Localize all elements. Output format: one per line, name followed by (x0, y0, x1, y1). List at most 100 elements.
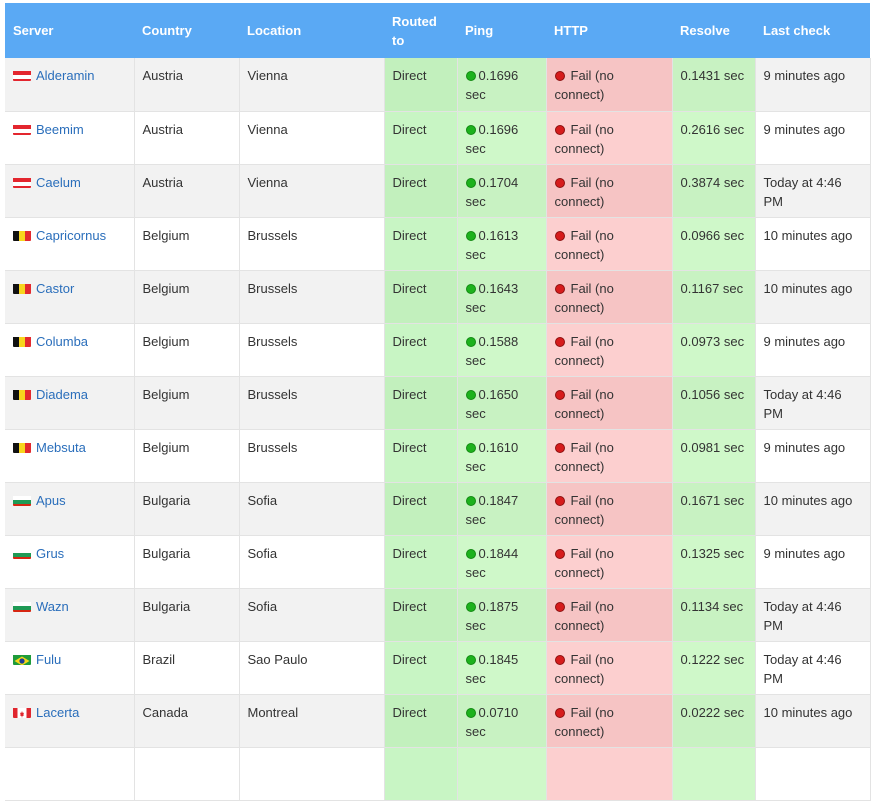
last-check-cell: Today at 4:46 PM (755, 376, 871, 430)
column-header-last-check[interactable]: Last check (755, 3, 870, 58)
table-row: Capricornus Belgium Brussels Direct 0.1613 se… (5, 217, 871, 271)
table-row: Alderamin Austria Vienna Direct 0.1696 sec Fai… (5, 58, 871, 112)
column-header-http[interactable]: HTTP (546, 3, 672, 58)
routed-header-line2: to (392, 32, 405, 48)
location-cell: Sofia (239, 535, 385, 589)
ping-value: 0.1613 (478, 227, 519, 243)
routed-cell: Direct (384, 111, 458, 165)
http-cell: Fail (no connect) (546, 58, 673, 112)
status-ok-icon (465, 442, 476, 453)
http-cell: Fail (no connect) (546, 694, 673, 748)
ping-cell: 0.1588 sec (457, 323, 547, 377)
server-link[interactable]: Apus (36, 493, 66, 508)
server-link[interactable]: Wazn (36, 599, 69, 614)
country-cell: Canada (134, 694, 240, 748)
table-row: Castor Belgium Brussels Direct 0.1643 sec Fail… (5, 270, 871, 324)
ping-unit: sec (465, 299, 486, 315)
location-cell: Vienna (239, 164, 385, 218)
server-link[interactable]: Columba (36, 334, 88, 349)
column-header-location[interactable]: Location (239, 3, 384, 58)
column-header-routed-to[interactable]: Routed to (384, 3, 457, 58)
ping-unit: sec (465, 458, 486, 474)
last-check-line1: 10 minutes ago (763, 492, 853, 508)
last-check-cell (755, 747, 871, 801)
country-cell: Belgium (134, 270, 240, 324)
location-cell: Brussels (239, 429, 385, 483)
belgium-flag-icon (13, 335, 31, 347)
server-cell: Mebsuta (5, 429, 135, 483)
status-fail-icon (554, 283, 565, 294)
server-link[interactable]: Fulu (36, 652, 61, 667)
server-status-table-container: Server Country Location Routed to Ping HT… (5, 3, 871, 801)
status-ok-icon (465, 283, 476, 294)
austria-flag-icon (13, 123, 31, 135)
resolve-cell: 0.0966 sec (672, 217, 756, 271)
routed-cell: Direct (384, 58, 458, 112)
http-status-line2: connect) (554, 670, 605, 686)
last-check-line2: PM (763, 193, 784, 209)
http-status-line2: connect) (554, 405, 605, 421)
server-link[interactable]: Lacerta (36, 705, 79, 720)
server-link[interactable]: Castor (36, 281, 74, 296)
server-link[interactable]: Diadema (36, 387, 88, 402)
server-link[interactable]: Capricornus (36, 228, 106, 243)
belgium-flag-icon (13, 282, 31, 294)
austria-flag-icon (13, 69, 31, 81)
http-cell: Fail (no connect) (546, 164, 673, 218)
table-row: Caelum Austria Vienna Direct 0.1704 sec Fail (… (5, 164, 871, 218)
server-cell: Diadema (5, 376, 135, 430)
column-header-server[interactable]: Server (5, 3, 134, 58)
routed-cell: Direct (384, 429, 458, 483)
status-fail-icon (554, 654, 565, 665)
location-cell: Sao Paulo (239, 641, 385, 695)
server-cell: Alderamin (5, 58, 135, 112)
country-cell: Bulgaria (134, 535, 240, 589)
location-cell (239, 747, 385, 801)
table-row (5, 747, 871, 801)
http-status-line2: connect) (554, 193, 605, 209)
server-link[interactable]: Mebsuta (36, 440, 86, 455)
location-cell: Brussels (239, 323, 385, 377)
ping-cell: 0.1845 sec (457, 641, 547, 695)
location-cell: Montreal (239, 694, 385, 748)
last-check-line1: 9 minutes ago (763, 545, 846, 561)
http-status-line2: connect) (554, 140, 605, 156)
last-check-line1: 10 minutes ago (763, 280, 853, 296)
column-header-ping[interactable]: Ping (457, 3, 546, 58)
routed-cell: Direct (384, 164, 458, 218)
routed-cell: Direct (384, 641, 458, 695)
column-header-resolve[interactable]: Resolve (672, 3, 755, 58)
resolve-cell: 0.1056 sec (672, 376, 756, 430)
ping-value: 0.1704 (478, 174, 519, 190)
server-cell: Apus (5, 482, 135, 536)
http-cell: Fail (no connect) (546, 323, 673, 377)
resolve-cell: 0.0981 sec (672, 429, 756, 483)
bulgaria-flag-icon (13, 600, 31, 612)
server-link[interactable]: Alderamin (36, 68, 95, 83)
server-link[interactable]: Beemim (36, 122, 84, 137)
resolve-cell: 0.0973 sec (672, 323, 756, 377)
ping-value: 0.1847 (478, 492, 519, 508)
ping-cell: 0.1847 sec (457, 482, 547, 536)
ping-cell: 0.1610 sec (457, 429, 547, 483)
resolve-cell: 0.1431 sec (672, 58, 756, 112)
location-cell: Brussels (239, 217, 385, 271)
last-check-line1: 9 minutes ago (763, 121, 846, 137)
server-link[interactable]: Caelum (36, 175, 81, 190)
ping-unit: sec (465, 564, 486, 580)
ping-cell: 0.1696 sec (457, 111, 547, 165)
column-header-country[interactable]: Country (134, 3, 239, 58)
http-cell: Fail (no connect) (546, 376, 673, 430)
location-cell: Brussels (239, 270, 385, 324)
canada-flag-icon (13, 706, 31, 718)
status-fail-icon (554, 389, 565, 400)
server-link[interactable]: Grus (36, 546, 64, 561)
routed-cell: Direct (384, 270, 458, 324)
last-check-line1: 9 minutes ago (763, 333, 846, 349)
http-status-line2: connect) (554, 87, 605, 102)
last-check-line2: PM (763, 405, 784, 421)
ping-cell: 0.1613 sec (457, 217, 547, 271)
status-ok-icon (465, 124, 476, 135)
status-ok-icon (465, 707, 476, 718)
http-cell (546, 747, 673, 801)
